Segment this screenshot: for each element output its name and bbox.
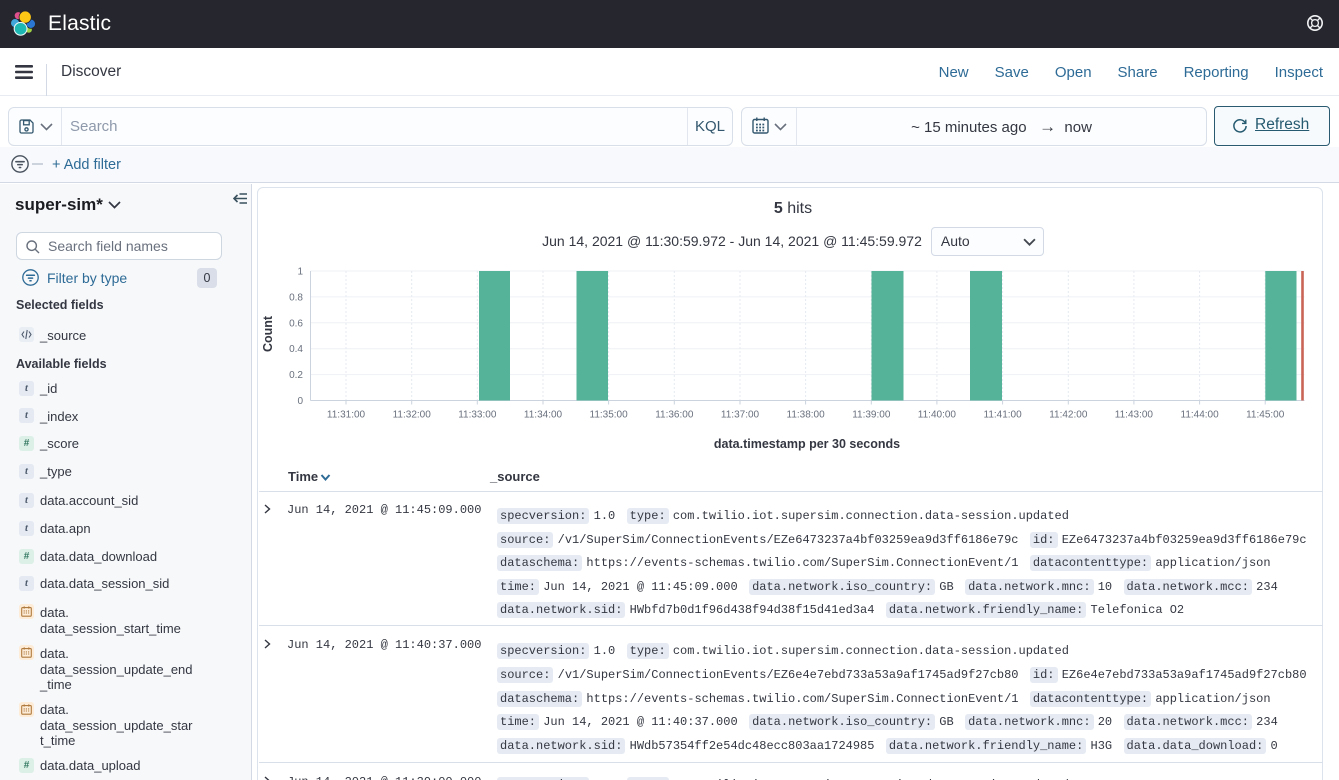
svg-text:11:41:00: 11:41:00 bbox=[984, 410, 1023, 421]
svg-text:0.2: 0.2 bbox=[289, 370, 303, 381]
svg-text:11:32:00: 11:32:00 bbox=[393, 410, 432, 421]
svg-text:11:33:00: 11:33:00 bbox=[458, 410, 497, 421]
svg-text:11:43:00: 11:43:00 bbox=[1115, 410, 1154, 421]
svg-text:1: 1 bbox=[297, 267, 303, 278]
svg-text:0.8: 0.8 bbox=[289, 292, 303, 303]
svg-text:11:34:00: 11:34:00 bbox=[524, 410, 563, 421]
svg-text:11:31:00: 11:31:00 bbox=[327, 410, 366, 421]
svg-text:0: 0 bbox=[297, 396, 303, 407]
svg-text:11:37:00: 11:37:00 bbox=[721, 410, 760, 421]
svg-text:0.4: 0.4 bbox=[289, 344, 303, 355]
svg-text:11:40:00: 11:40:00 bbox=[918, 410, 957, 421]
svg-text:data.timestamp per 30 seconds: data.timestamp per 30 seconds bbox=[714, 437, 900, 451]
svg-text:Count: Count bbox=[261, 315, 275, 352]
svg-text:11:38:00: 11:38:00 bbox=[787, 410, 826, 421]
svg-text:11:44:00: 11:44:00 bbox=[1181, 410, 1220, 421]
svg-text:11:35:00: 11:35:00 bbox=[590, 410, 629, 421]
svg-text:11:42:00: 11:42:00 bbox=[1049, 410, 1088, 421]
svg-text:0.6: 0.6 bbox=[289, 318, 303, 329]
svg-text:11:36:00: 11:36:00 bbox=[655, 410, 694, 421]
svg-text:11:39:00: 11:39:00 bbox=[852, 410, 891, 421]
svg-text:11:45:00: 11:45:00 bbox=[1246, 410, 1285, 421]
